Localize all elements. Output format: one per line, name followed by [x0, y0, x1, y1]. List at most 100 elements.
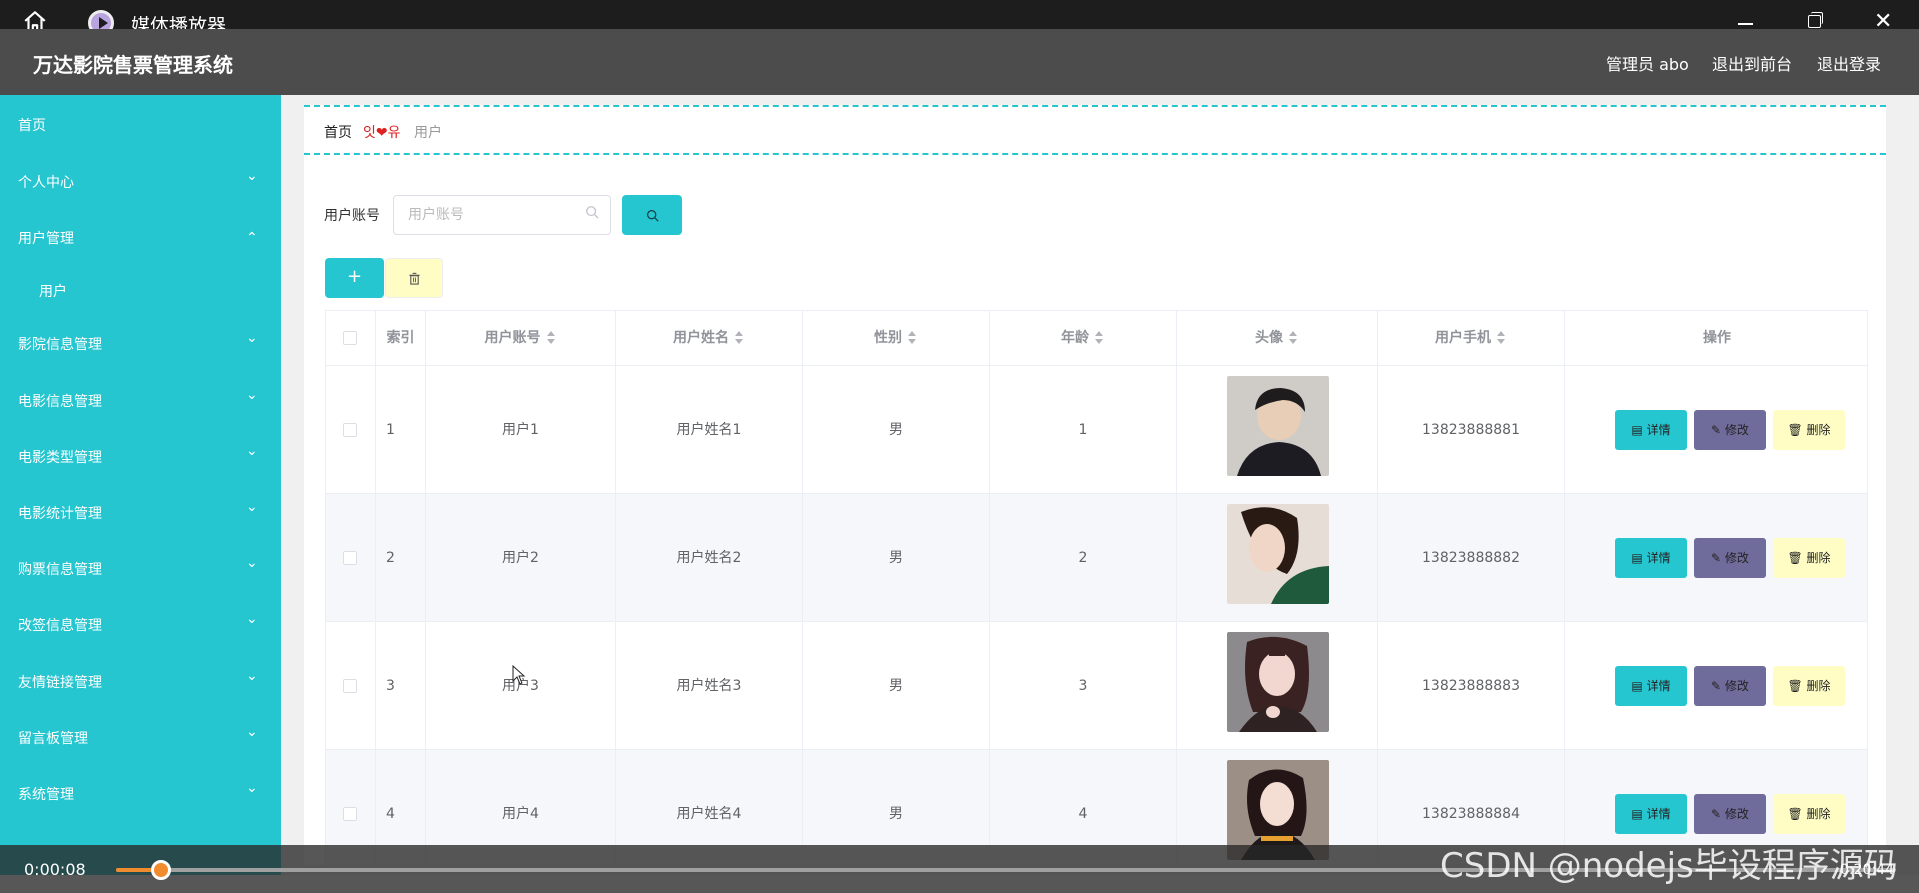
sidebar-item-label: 改签信息管理 [18, 618, 102, 634]
sort-icon[interactable] [546, 331, 557, 345]
sidebar-item-movie-stats[interactable]: 电影统计管理 ⌄ [0, 491, 281, 531]
row-checkbox[interactable] [343, 807, 357, 821]
detail-button[interactable]: ▤ 详情 [1615, 538, 1687, 578]
header-select-all [326, 311, 376, 366]
edit-button[interactable]: ✎ 修改 [1694, 538, 1766, 578]
row-select [326, 366, 376, 494]
column-header-index: 索引 [376, 311, 426, 366]
main-content: 首页 잇❤유 用户 用户账号 + [281, 95, 1919, 875]
breadcrumb-home[interactable]: 首页 [324, 122, 352, 142]
sort-icon[interactable] [735, 331, 745, 345]
detail-button[interactable]: ▤ 详情 [1615, 410, 1687, 450]
cell-name: 用户姓名2 [616, 494, 803, 622]
logout-link[interactable]: 退出登录 [1817, 51, 1881, 75]
row-checkbox[interactable] [343, 679, 357, 693]
sidebar-item-label: 用户管理 [18, 231, 74, 247]
sidebar-item-home[interactable]: 首页 [0, 103, 281, 143]
document-icon: ▤ [1631, 423, 1647, 437]
select-all-checkbox[interactable] [343, 331, 357, 345]
row-checkbox[interactable] [343, 551, 357, 565]
sidebar-item-friend-links[interactable]: 友情链接管理 ⌄ [0, 660, 281, 700]
sidebar-item-label: 电影统计管理 [18, 506, 102, 522]
cell-age: 1 [990, 366, 1177, 494]
search-label: 用户账号 [324, 208, 380, 224]
sidebar-item-ticket-change[interactable]: 改签信息管理 ⌄ [0, 603, 281, 643]
sidebar-item-users[interactable]: 用户 [0, 269, 281, 309]
sort-icon[interactable] [1289, 331, 1299, 345]
delete-button[interactable]: 🗑 删除 [1773, 794, 1845, 834]
cell-avatar [1177, 366, 1378, 494]
trash-icon [409, 272, 420, 285]
chevron-down-icon: ⌄ [246, 780, 258, 796]
sidebar-item-system[interactable]: 系统管理 ⌄ [0, 772, 281, 812]
cell-age: 3 [990, 622, 1177, 750]
sidebar-item-ticket-purchase[interactable]: 购票信息管理 ⌄ [0, 547, 281, 587]
column-header-avatar[interactable]: 头像 [1177, 311, 1378, 366]
sidebar-item-movie-type[interactable]: 电影类型管理 ⌄ [0, 435, 281, 475]
sidebar-item-label: 用户 [39, 284, 67, 300]
sort-icon[interactable] [908, 331, 918, 345]
column-header-name[interactable]: 用户姓名 [616, 311, 803, 366]
breadcrumb-separator: 잇❤유 [363, 125, 401, 141]
sidebar-item-message-board[interactable]: 留言板管理 ⌄ [0, 716, 281, 756]
cell-phone: 13823888882 [1378, 494, 1565, 622]
mouse-cursor-icon [512, 665, 526, 685]
sidebar-item-movie-info[interactable]: 电影信息管理 ⌄ [0, 379, 281, 419]
trash-icon: 🗑 [1787, 679, 1807, 693]
delete-button[interactable]: 🗑 删除 [1773, 538, 1845, 578]
search-button[interactable] [622, 195, 682, 235]
column-header-age[interactable]: 年龄 [990, 311, 1177, 366]
sidebar-item-label: 影院信息管理 [18, 337, 102, 353]
document-icon: ▤ [1631, 679, 1647, 693]
video-seek-handle[interactable] [151, 860, 171, 880]
trash-icon: 🗑 [1787, 423, 1807, 437]
cell-phone: 13823888881 [1378, 366, 1565, 494]
chevron-down-icon: ⌄ [246, 555, 258, 571]
trash-icon: 🗑 [1787, 551, 1807, 565]
sort-icon[interactable] [1497, 331, 1507, 345]
pencil-icon: ✎ [1711, 551, 1725, 565]
batch-delete-button[interactable] [385, 258, 443, 298]
cell-actions: ▤ 详情 ✎ 修改 🗑 删除 [1565, 494, 1867, 622]
table-row: 1 用户1 用户姓名1 男 1 13823888881 ▤ 详情 ✎ 修改 🗑 … [326, 366, 1867, 494]
sidebar-item-personal-center[interactable]: 个人中心 ⌄ [0, 160, 281, 200]
cell-gender: 男 [803, 494, 990, 622]
cell-avatar [1177, 622, 1378, 750]
chevron-up-icon: ⌃ [246, 230, 258, 246]
edit-button[interactable]: ✎ 修改 [1694, 666, 1766, 706]
edit-button[interactable]: ✎ 修改 [1694, 794, 1766, 834]
column-header-account[interactable]: 用户账号 [426, 311, 616, 366]
chevron-down-icon: ⌄ [246, 387, 258, 403]
sidebar-item-label: 友情链接管理 [18, 675, 102, 691]
delete-button[interactable]: 🗑 删除 [1773, 410, 1845, 450]
column-header-phone[interactable]: 用户手机 [1378, 311, 1565, 366]
edit-button[interactable]: ✎ 修改 [1694, 410, 1766, 450]
breadcrumb: 首页 잇❤유 用户 [304, 105, 1886, 155]
column-header-gender[interactable]: 性别 [803, 311, 990, 366]
avatar [1227, 376, 1329, 476]
cell-index: 1 [376, 366, 426, 494]
search-input[interactable] [393, 195, 611, 235]
sidebar-item-label: 个人中心 [18, 175, 74, 191]
cell-index: 3 [376, 622, 426, 750]
detail-button[interactable]: ▤ 详情 [1615, 666, 1687, 706]
exit-to-front-link[interactable]: 退出到前台 [1712, 51, 1792, 75]
cell-actions: ▤ 详情 ✎ 修改 🗑 删除 [1565, 366, 1867, 494]
avatar [1227, 504, 1329, 604]
sort-icon[interactable] [1095, 331, 1105, 345]
cell-name: 用户姓名3 [616, 622, 803, 750]
sidebar-item-user-management[interactable]: 用户管理 ⌃ [0, 216, 281, 256]
delete-button[interactable]: 🗑 删除 [1773, 666, 1845, 706]
pencil-icon: ✎ [1711, 423, 1725, 437]
chevron-down-icon: ⌄ [246, 499, 258, 515]
add-button[interactable]: + [325, 258, 384, 298]
cell-index: 2 [376, 494, 426, 622]
table-row: 3 用户3 用户姓名3 男 3 13823888883 ▤ 详情 ✎ 修改 🗑 … [326, 622, 1867, 750]
detail-button[interactable]: ▤ 详情 [1615, 794, 1687, 834]
cell-gender: 男 [803, 366, 990, 494]
column-header-actions: 操作 [1703, 330, 1731, 346]
row-checkbox[interactable] [343, 423, 357, 437]
chevron-down-icon: ⌄ [246, 611, 258, 627]
cell-phone: 13823888883 [1378, 622, 1565, 750]
sidebar-item-cinema-info[interactable]: 影院信息管理 ⌄ [0, 322, 281, 362]
